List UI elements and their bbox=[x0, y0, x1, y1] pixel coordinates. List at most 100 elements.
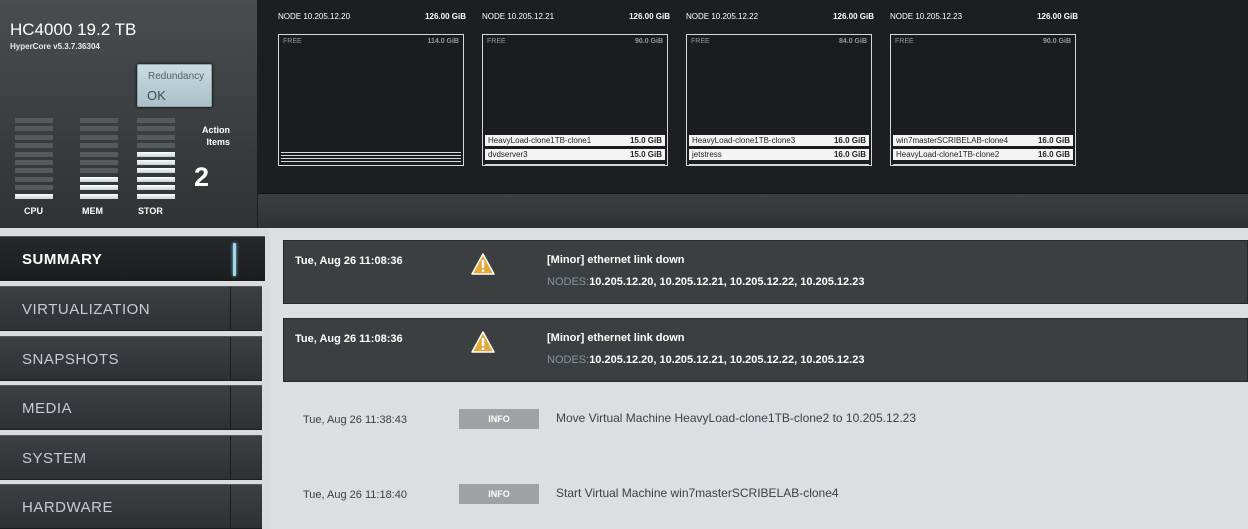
meter-segment bbox=[80, 168, 118, 174]
vm-row[interactable]: win7masterSCRIBELAB-clone4 16.0 GiB bbox=[893, 135, 1073, 146]
hypercore-app: HC4000 19.2 TB HyperCore v5.3.7.36304 Re… bbox=[0, 0, 1248, 529]
mem-label: MEM bbox=[82, 206, 103, 216]
storage-stripe bbox=[281, 152, 461, 153]
nav-item-hardware[interactable]: HARDWARE bbox=[0, 484, 262, 529]
meter-segment bbox=[80, 126, 118, 132]
node-ip: NODE 10.205.12.20 bbox=[278, 12, 351, 21]
redundancy-status[interactable]: Redundancy OK bbox=[137, 64, 212, 107]
free-label: FREE bbox=[691, 38, 710, 45]
meter-segment bbox=[15, 160, 53, 165]
meter-segment bbox=[15, 143, 53, 149]
vm-size: 15.0 GiB bbox=[629, 136, 662, 145]
storage-stripe bbox=[281, 155, 461, 156]
meter-segment bbox=[15, 168, 53, 174]
vm-size: 16.0 GiB bbox=[833, 136, 866, 145]
node-storage-box: FREE 90.0 GiB win7masterSCRIBELAB-clone4 16… bbox=[890, 34, 1076, 166]
node-capacity: 126.00 GiB bbox=[833, 12, 874, 21]
meter-segment bbox=[80, 185, 118, 191]
vm-row[interactable]: jetstress 16.0 GiB bbox=[689, 149, 869, 160]
info-date: Tue, Aug 26 11:18:40 bbox=[303, 489, 407, 501]
meter-segment bbox=[15, 118, 53, 123]
alert-date: Tue, Aug 26 11:08:36 bbox=[295, 255, 403, 267]
info-message: Start Virtual Machine win7masterSCRIBELA… bbox=[556, 486, 839, 500]
stor-meter bbox=[137, 118, 175, 202]
vm-size: 16.0 GiB bbox=[1037, 150, 1070, 159]
mem-meter bbox=[80, 118, 118, 202]
nav-item-label: SYSTEM bbox=[22, 450, 87, 467]
cluster-title: HC4000 19.2 TB bbox=[10, 20, 137, 39]
redundancy-value: OK bbox=[147, 88, 166, 103]
free-label: FREE bbox=[895, 38, 914, 45]
vm-row[interactable]: HeavyLoad-clone1TB-clone3 16.0 GiB bbox=[689, 135, 869, 146]
vm-row[interactable]: dvdserver3 15.0 GiB bbox=[485, 149, 665, 160]
alert-date: Tue, Aug 26 11:08:36 bbox=[295, 333, 403, 345]
nav-item-summary[interactable]: SUMMARY bbox=[0, 236, 265, 281]
storage-stripe bbox=[281, 158, 461, 159]
meter-segment bbox=[15, 126, 53, 132]
nav-item-media[interactable]: MEDIA bbox=[0, 385, 262, 430]
node-card[interactable]: NODE 10.205.12.21 126.00 GiB FREE 90.0 GiB H… bbox=[482, 12, 672, 172]
vm-row[interactable]: HeavyLoad-clone1TB-clone2 16.0 GiB bbox=[893, 149, 1073, 160]
alert-row[interactable]: Tue, Aug 26 11:08:36 [Minor] ethernet li… bbox=[283, 240, 1248, 304]
storage-stripe bbox=[893, 164, 1073, 165]
node-capacity: 126.00 GiB bbox=[629, 12, 670, 21]
cluster-version: HyperCore v5.3.7.36304 bbox=[10, 42, 100, 51]
meter-segment bbox=[80, 193, 118, 199]
node-ip: NODE 10.205.12.21 bbox=[482, 12, 555, 21]
free-value: 90.0 GiB bbox=[1042, 38, 1071, 45]
alert-nodes: NODES:10.205.12.20, 10.205.12.21, 10.205… bbox=[547, 354, 865, 366]
stor-label: STOR bbox=[138, 206, 163, 216]
vm-row[interactable]: HeavyLoad-clone1TB-clone1 15.0 GiB bbox=[485, 135, 665, 146]
storage-stripe bbox=[281, 161, 461, 162]
node-storage-box: FREE 114.0 GiB bbox=[278, 34, 464, 166]
vm-name: jetstress bbox=[692, 150, 722, 159]
nav-item-snapshots[interactable]: SNAPSHOTS bbox=[0, 336, 262, 381]
action-items-count[interactable]: 2 bbox=[194, 162, 209, 193]
meter-segment bbox=[15, 193, 53, 199]
meter-segment bbox=[80, 118, 118, 123]
meter-segment bbox=[15, 151, 53, 157]
meter-segment bbox=[137, 134, 175, 140]
meter-segment bbox=[137, 160, 175, 165]
node-card[interactable]: NODE 10.205.12.22 126.00 GiB FREE 84.0 GiB H… bbox=[686, 12, 876, 172]
node-storage-box: FREE 84.0 GiB HeavyLoad-clone1TB-clone3 16.… bbox=[686, 34, 872, 166]
nav-item-label: SUMMARY bbox=[22, 251, 103, 268]
free-label: FREE bbox=[283, 38, 302, 45]
node-card[interactable]: NODE 10.205.12.20 126.00 GiB FREE 114.0 GiB bbox=[278, 12, 468, 172]
sidebar-nav: SUMMARY VIRTUALIZATION SNAPSHOTS MEDIA S… bbox=[0, 236, 265, 529]
nodes-footer-strip bbox=[258, 193, 1248, 228]
free-value: 90.0 GiB bbox=[634, 38, 663, 45]
alert-nodes: NODES:10.205.12.20, 10.205.12.21, 10.205… bbox=[547, 276, 865, 288]
node-capacity: 126.00 GiB bbox=[425, 12, 466, 21]
events-panel: Tue, Aug 26 11:08:36 [Minor] ethernet li… bbox=[270, 228, 1248, 529]
storage-stripe bbox=[485, 164, 665, 165]
nav-item-label: HARDWARE bbox=[22, 499, 113, 516]
nav-item-label: VIRTUALIZATION bbox=[22, 301, 151, 318]
node-header: NODE 10.205.12.21 126.00 GiB bbox=[482, 12, 670, 24]
node-ip: NODE 10.205.12.22 bbox=[686, 12, 759, 21]
warning-triangle-icon bbox=[471, 331, 495, 353]
cpu-meter bbox=[15, 118, 53, 202]
node-capacity: 126.00 GiB bbox=[1037, 12, 1078, 21]
vm-size: 16.0 GiB bbox=[1037, 136, 1070, 145]
meter-segment bbox=[80, 143, 118, 149]
node-card[interactable]: NODE 10.205.12.23 126.00 GiB FREE 90.0 GiB w… bbox=[890, 12, 1080, 172]
meter-segment bbox=[80, 134, 118, 140]
nav-item-virtualization[interactable]: VIRTUALIZATION bbox=[0, 286, 262, 331]
nav-item-system[interactable]: SYSTEM bbox=[0, 435, 262, 480]
node-header: NODE 10.205.12.20 126.00 GiB bbox=[278, 12, 466, 24]
active-indicator bbox=[233, 243, 236, 276]
info-date: Tue, Aug 26 11:38:43 bbox=[303, 414, 407, 426]
meter-segment bbox=[137, 143, 175, 149]
info-badge: INFO bbox=[459, 409, 539, 429]
node-header: NODE 10.205.12.22 126.00 GiB bbox=[686, 12, 874, 24]
alert-row[interactable]: Tue, Aug 26 11:08:36 [Minor] ethernet li… bbox=[283, 318, 1248, 382]
info-message: Move Virtual Machine HeavyLoad-clone1TB-… bbox=[556, 411, 916, 425]
vm-size: 15.0 GiB bbox=[629, 150, 662, 159]
meter-segment bbox=[137, 193, 175, 199]
meter-segment bbox=[80, 176, 118, 182]
free-label: FREE bbox=[487, 38, 506, 45]
vm-name: HeavyLoad-clone1TB-clone2 bbox=[896, 150, 1000, 159]
nodes-panel: NODE 10.205.12.20 126.00 GiB FREE 114.0 GiB… bbox=[258, 0, 1248, 193]
vm-size: 16.0 GiB bbox=[833, 150, 866, 159]
